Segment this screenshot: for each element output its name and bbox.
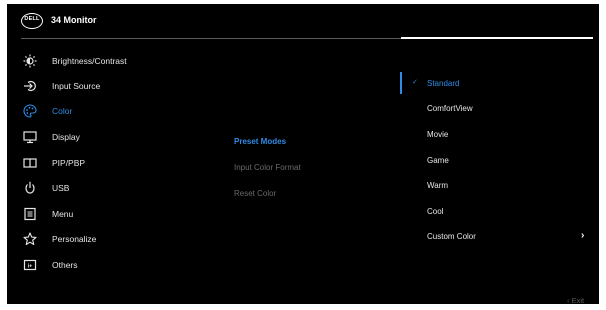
menu-icon <box>24 207 36 221</box>
submenu-preset-modes[interactable]: Preset Modes <box>234 137 286 146</box>
sun-icon <box>23 54 37 68</box>
menu-item-pip-pbp[interactable]: PIP/PBP <box>21 153 201 173</box>
menu-item-input-source[interactable]: Input Source <box>21 76 201 96</box>
option-game[interactable]: Game <box>411 152 591 170</box>
option-label: Cool <box>427 207 444 216</box>
menu-item-label: USB <box>52 183 70 193</box>
header-divider-highlight <box>401 37 593 39</box>
option-label: Custom Color <box>427 232 476 241</box>
menu-item-label: Input Source <box>52 81 101 91</box>
option-label: Standard <box>427 79 460 88</box>
menu-item-usb[interactable]: USB <box>21 178 201 198</box>
header-divider <box>21 38 401 39</box>
star-icon <box>23 232 37 246</box>
svg-text:i+: i+ <box>28 264 33 270</box>
menu-item-personalize[interactable]: Personalize <box>21 229 201 249</box>
option-warm[interactable]: Warm <box>411 177 591 195</box>
dell-logo: DELL <box>21 13 43 29</box>
menu-item-display[interactable]: Display <box>21 127 201 147</box>
option-cool[interactable]: Cool <box>411 203 591 221</box>
usb-icon <box>25 181 35 194</box>
palette-icon <box>23 104 37 118</box>
monitor-icon <box>23 131 37 144</box>
option-comfortview[interactable]: ComfortView <box>411 100 591 118</box>
menu-item-menu[interactable]: Menu <box>21 204 201 224</box>
option-standard[interactable]: ✓ Standard <box>411 75 591 93</box>
option-label: Game <box>427 156 449 165</box>
menu-item-label: Menu <box>52 209 74 219</box>
monitor-title: 34 Monitor <box>51 15 97 25</box>
option-label: ComfortView <box>427 104 473 113</box>
submenu-input-color-format[interactable]: Input Color Format <box>234 163 301 172</box>
menu-item-label: PIP/PBP <box>52 158 86 168</box>
chevron-right-icon: › <box>581 230 585 241</box>
option-custom-color[interactable]: Custom Color › <box>411 228 591 246</box>
option-label: Movie <box>427 130 449 139</box>
osd-header: DELL 34 Monitor <box>7 4 599 39</box>
menu-item-label: Personalize <box>52 234 97 244</box>
selection-indicator <box>400 72 402 94</box>
menu-item-label: Brightness/Contrast <box>52 56 127 66</box>
input-source-icon <box>24 80 36 92</box>
dell-logo-text: DELL <box>24 16 40 22</box>
option-label: Warm <box>427 181 449 190</box>
submenu-reset-color[interactable]: Reset Color <box>234 189 276 198</box>
menu-item-others[interactable]: i+ Others <box>21 255 201 275</box>
monitor-osd: DELL 34 Monitor Brightness/Contrast Inpu… <box>7 4 599 305</box>
menu-item-label: Others <box>52 260 78 270</box>
menu-item-brightness-contrast[interactable]: Brightness/Contrast <box>21 51 201 71</box>
menu-item-label: Color <box>52 106 73 116</box>
menu-item-label: Display <box>52 132 80 142</box>
checkmark-icon: ✓ <box>412 79 418 86</box>
option-movie[interactable]: Movie <box>411 126 591 144</box>
others-icon: i+ <box>23 259 37 271</box>
menu-item-color[interactable]: Color <box>21 101 201 121</box>
pip-pbp-icon <box>23 158 37 168</box>
exit-button[interactable]: ‹ Exit <box>567 296 584 305</box>
